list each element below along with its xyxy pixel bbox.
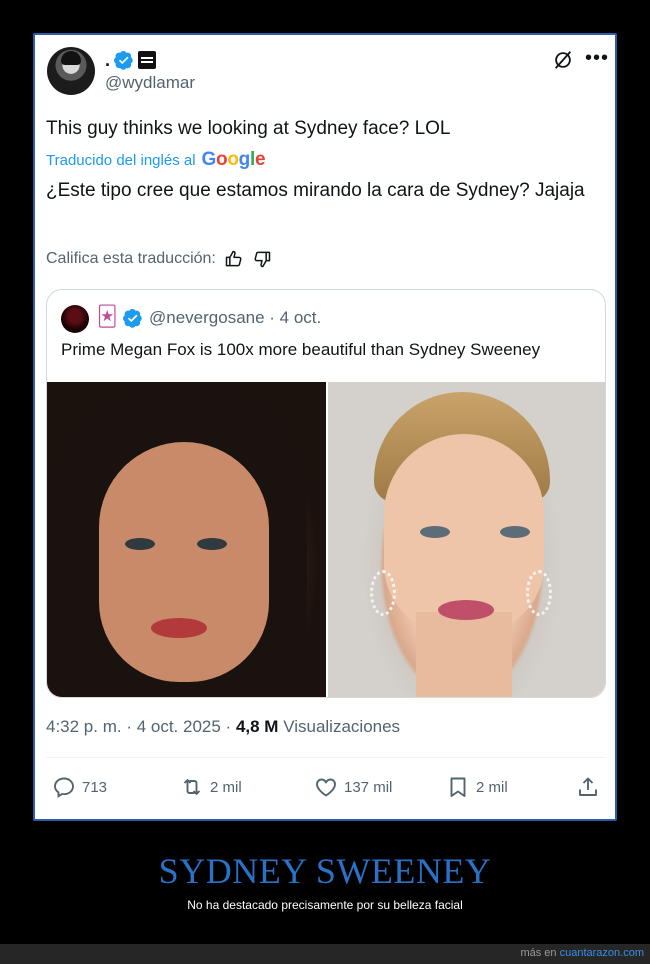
translated-label: Traducido del inglés al <box>46 152 196 169</box>
timestamp-text[interactable]: 4:32 p. m. · 4 oct. 2025 · <box>46 717 236 736</box>
verified-icon <box>114 51 133 70</box>
footer-site-link[interactable]: cuantarazon.com <box>560 947 644 959</box>
quoted-author-avatar[interactable] <box>61 305 89 333</box>
retweet-count: 2 mil <box>210 778 242 796</box>
translated-text: ¿Este tipo cree que estamos mirando la c… <box>46 180 585 201</box>
reply-icon <box>54 777 74 798</box>
views-label: Visualizaciones <box>278 717 401 736</box>
like-icon <box>316 778 336 797</box>
like-count: 137 mil <box>344 778 393 796</box>
verified-icon <box>123 309 142 328</box>
grok-icon[interactable] <box>552 49 574 71</box>
reply-count: 713 <box>82 778 108 796</box>
share-icon <box>579 777 597 796</box>
author-name-row[interactable]: . <box>105 49 157 71</box>
bookmark-button[interactable]: 2 mil <box>446 775 508 799</box>
footer-bar: más en cuantarazon.com <box>0 944 650 964</box>
like-button[interactable]: 137 mil <box>314 775 392 799</box>
tweet-text: This guy thinks we looking at Sydney fac… <box>46 118 451 139</box>
bookmark-count: 2 mil <box>476 778 508 796</box>
photo-left-portrait[interactable] <box>47 382 326 697</box>
thumbs-up-icon[interactable] <box>224 249 244 269</box>
footer-credit: más en cuantarazon.com <box>520 947 644 959</box>
more-icon[interactable]: ••• <box>585 48 608 71</box>
retweet-icon <box>183 779 201 795</box>
action-bar: 713 2 mil 137 mil 2 mil <box>46 775 606 803</box>
tweet-card: . @wydlamar ••• This guy thinks we looki… <box>33 33 617 821</box>
author-avatar[interactable] <box>47 47 95 95</box>
tweet-timestamp[interactable]: 4:32 p. m. · 4 oct. 2025 · 4,8 M Visuali… <box>46 717 400 737</box>
bookmark-icon <box>450 777 466 797</box>
quoted-author-emoji: 🃏 <box>97 306 118 328</box>
reply-button[interactable]: 713 <box>52 775 107 799</box>
divider <box>46 757 606 758</box>
caption-headline: SYDNEY SWEENEY <box>158 851 492 891</box>
photo-right-portrait[interactable] <box>328 382 605 697</box>
retweet-button[interactable]: 2 mil <box>180 775 242 799</box>
caption-subline: No ha destacado precisamente por su bell… <box>187 898 463 912</box>
views-count: 4,8 M <box>235 717 279 736</box>
author-display-name[interactable]: . <box>105 50 110 71</box>
google-logo: Google <box>201 149 266 170</box>
quoted-tweet-text: Prime Megan Fox is 100x more beautiful t… <box>61 340 541 359</box>
thumbs-down-icon[interactable] <box>252 249 272 269</box>
quoted-media[interactable] <box>47 382 605 697</box>
author-handle[interactable]: @wydlamar <box>105 73 195 93</box>
translation-attribution: Traducido del inglés al Google <box>46 149 266 171</box>
rate-translation: Califica esta traducción: <box>46 249 272 269</box>
rate-label: Califica esta traducción: <box>46 250 216 267</box>
share-button[interactable] <box>576 775 600 799</box>
quoted-tweet[interactable]: 🃏 @nevergosane · 4 oct. Prime Megan Fox … <box>46 289 606 698</box>
quoted-author-meta[interactable]: @nevergosane · 4 oct. <box>149 308 321 328</box>
affiliate-badge-icon[interactable] <box>138 51 157 69</box>
footer-prefix: más en <box>520 947 560 959</box>
